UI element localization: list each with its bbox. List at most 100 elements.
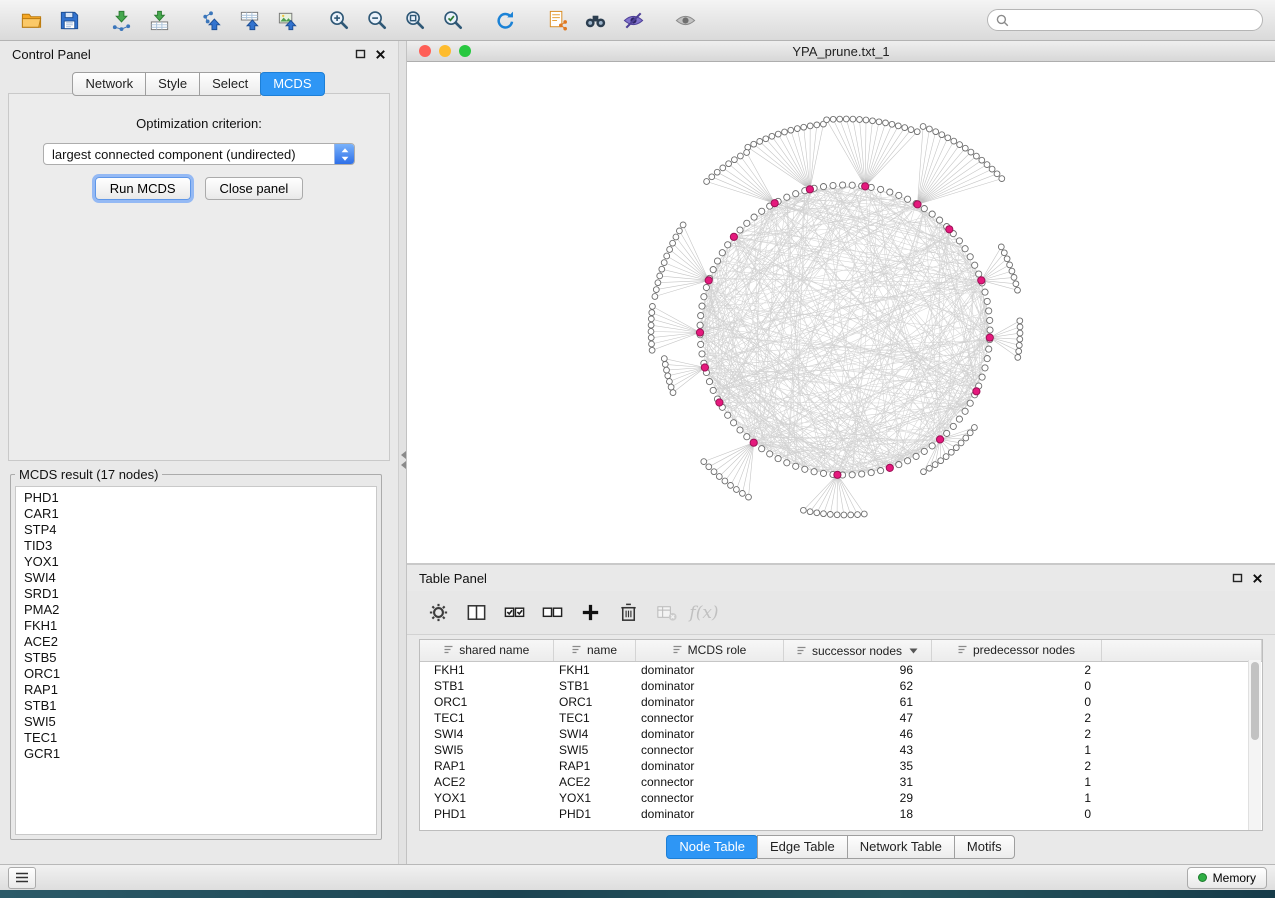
network-leaf-node[interactable] <box>841 512 847 518</box>
network-leaf-node[interactable] <box>711 469 717 475</box>
table-row[interactable]: SWI4SWI4dominator462 <box>420 726 1262 742</box>
network-node[interactable] <box>731 420 737 426</box>
network-node[interactable] <box>811 469 817 475</box>
tab-edge-table[interactable]: Edge Table <box>757 835 848 859</box>
network-hub-node[interactable] <box>946 226 953 233</box>
network-node[interactable] <box>703 284 709 290</box>
maximize-window-button[interactable] <box>459 45 471 57</box>
table-cell[interactable]: 1 <box>931 742 1101 758</box>
tab-network[interactable]: Network <box>72 72 146 96</box>
network-leaf-node[interactable] <box>1011 275 1017 281</box>
table-cell[interactable]: 31 <box>783 774 931 790</box>
network-hub-node[interactable] <box>862 183 869 190</box>
table-row[interactable]: STB1STB1dominator620 <box>420 678 1262 694</box>
network-hub-node[interactable] <box>701 364 708 371</box>
network-leaf-node[interactable] <box>908 127 914 133</box>
network-leaf-node[interactable] <box>979 157 985 163</box>
network-leaf-node[interactable] <box>939 132 945 138</box>
table-cell[interactable]: 2 <box>931 758 1101 774</box>
network-node[interactable] <box>699 303 705 309</box>
table-cell[interactable]: dominator <box>635 806 783 822</box>
export-image-button[interactable] <box>271 5 303 35</box>
network-leaf-node[interactable] <box>655 280 661 286</box>
table-cell[interactable]: dominator <box>635 758 783 774</box>
network-leaf-node[interactable] <box>667 379 673 385</box>
network-node[interactable] <box>987 317 993 323</box>
network-leaf-node[interactable] <box>744 150 750 156</box>
network-leaf-node[interactable] <box>850 116 856 122</box>
network-leaf-node[interactable] <box>889 121 895 127</box>
table-row[interactable]: ACE2ACE2connector311 <box>420 774 1262 790</box>
network-leaf-node[interactable] <box>652 294 658 300</box>
network-leaf-node[interactable] <box>1015 287 1021 293</box>
network-leaf-node[interactable] <box>794 126 800 132</box>
network-node[interactable] <box>744 220 750 226</box>
network-leaf-node[interactable] <box>857 117 863 123</box>
table-cell[interactable]: SWI5 <box>553 742 635 758</box>
network-leaf-node[interactable] <box>827 512 833 518</box>
table-cell[interactable]: 35 <box>783 758 931 774</box>
mcds-result-item[interactable]: CAR1 <box>24 506 368 522</box>
network-leaf-node[interactable] <box>757 139 763 145</box>
network-leaf-node[interactable] <box>861 511 867 517</box>
mcds-result-item[interactable]: RAP1 <box>24 682 368 698</box>
network-node[interactable] <box>710 387 716 393</box>
network-hub-node[interactable] <box>771 200 778 207</box>
network-leaf-node[interactable] <box>870 118 876 124</box>
network-node[interactable] <box>759 208 765 214</box>
network-leaf-node[interactable] <box>782 129 788 135</box>
network-leaf-node[interactable] <box>801 507 807 513</box>
network-node[interactable] <box>905 458 911 464</box>
network-leaf-node[interactable] <box>673 234 679 240</box>
table-cell[interactable]: FKH1 <box>420 662 553 679</box>
network-leaf-node[interactable] <box>1017 318 1023 324</box>
table-cell[interactable]: dominator <box>635 678 783 694</box>
table-cell[interactable]: 43 <box>783 742 931 758</box>
network-node[interactable] <box>751 214 757 220</box>
network-node[interactable] <box>775 456 781 462</box>
network-node[interactable] <box>967 400 973 406</box>
mcds-result-item[interactable]: FKH1 <box>24 618 368 634</box>
network-node[interactable] <box>714 258 720 264</box>
table-cell[interactable]: FKH1 <box>553 662 635 679</box>
tab-mcds[interactable]: MCDS <box>260 72 324 96</box>
table-row[interactable]: SWI5SWI5connector431 <box>420 742 1262 758</box>
hide-selected-button[interactable] <box>617 5 649 35</box>
network-leaf-node[interactable] <box>994 171 1000 177</box>
network-leaf-node[interactable] <box>927 465 933 471</box>
network-node[interactable] <box>878 186 884 192</box>
table-cell[interactable]: ACE2 <box>420 774 553 790</box>
float-panel-icon[interactable] <box>354 48 366 60</box>
table-cell[interactable]: 2 <box>931 662 1101 679</box>
network-leaf-node[interactable] <box>972 425 978 431</box>
close-window-button[interactable] <box>419 45 431 57</box>
mcds-result-list[interactable]: PHD1CAR1STP4TID3YOX1SWI4SRD1PMA2FKH1ACE2… <box>15 486 377 835</box>
export-table-button[interactable] <box>233 5 265 35</box>
column-header-MCDS-role[interactable]: MCDS role <box>635 640 783 662</box>
network-leaf-node[interactable] <box>653 287 659 293</box>
network-node[interactable] <box>706 379 712 385</box>
table-cell[interactable]: 18 <box>783 806 931 822</box>
network-leaf-node[interactable] <box>649 341 655 347</box>
network-leaf-node[interactable] <box>814 510 820 516</box>
network-leaf-node[interactable] <box>1004 256 1010 262</box>
network-leaf-node[interactable] <box>722 478 728 484</box>
network-leaf-node[interactable] <box>1016 342 1022 348</box>
network-node[interactable] <box>905 196 911 202</box>
network-leaf-node[interactable] <box>863 117 869 123</box>
network-hub-node[interactable] <box>806 186 813 193</box>
network-leaf-node[interactable] <box>998 244 1004 250</box>
network-leaf-node[interactable] <box>648 316 654 322</box>
network-leaf-node[interactable] <box>677 228 683 234</box>
network-hub-node[interactable] <box>705 277 712 284</box>
tab-network-table[interactable]: Network Table <box>847 835 955 859</box>
table-cell[interactable]: 62 <box>783 678 931 694</box>
panel-menu-button[interactable] <box>8 867 36 889</box>
network-leaf-node[interactable] <box>649 347 655 353</box>
network-hub-node[interactable] <box>973 388 980 395</box>
table-cell[interactable]: connector <box>635 790 783 806</box>
network-leaf-node[interactable] <box>837 116 843 122</box>
network-leaf-node[interactable] <box>895 123 901 129</box>
network-leaf-node[interactable] <box>738 153 744 159</box>
network-leaf-node[interactable] <box>921 469 927 475</box>
